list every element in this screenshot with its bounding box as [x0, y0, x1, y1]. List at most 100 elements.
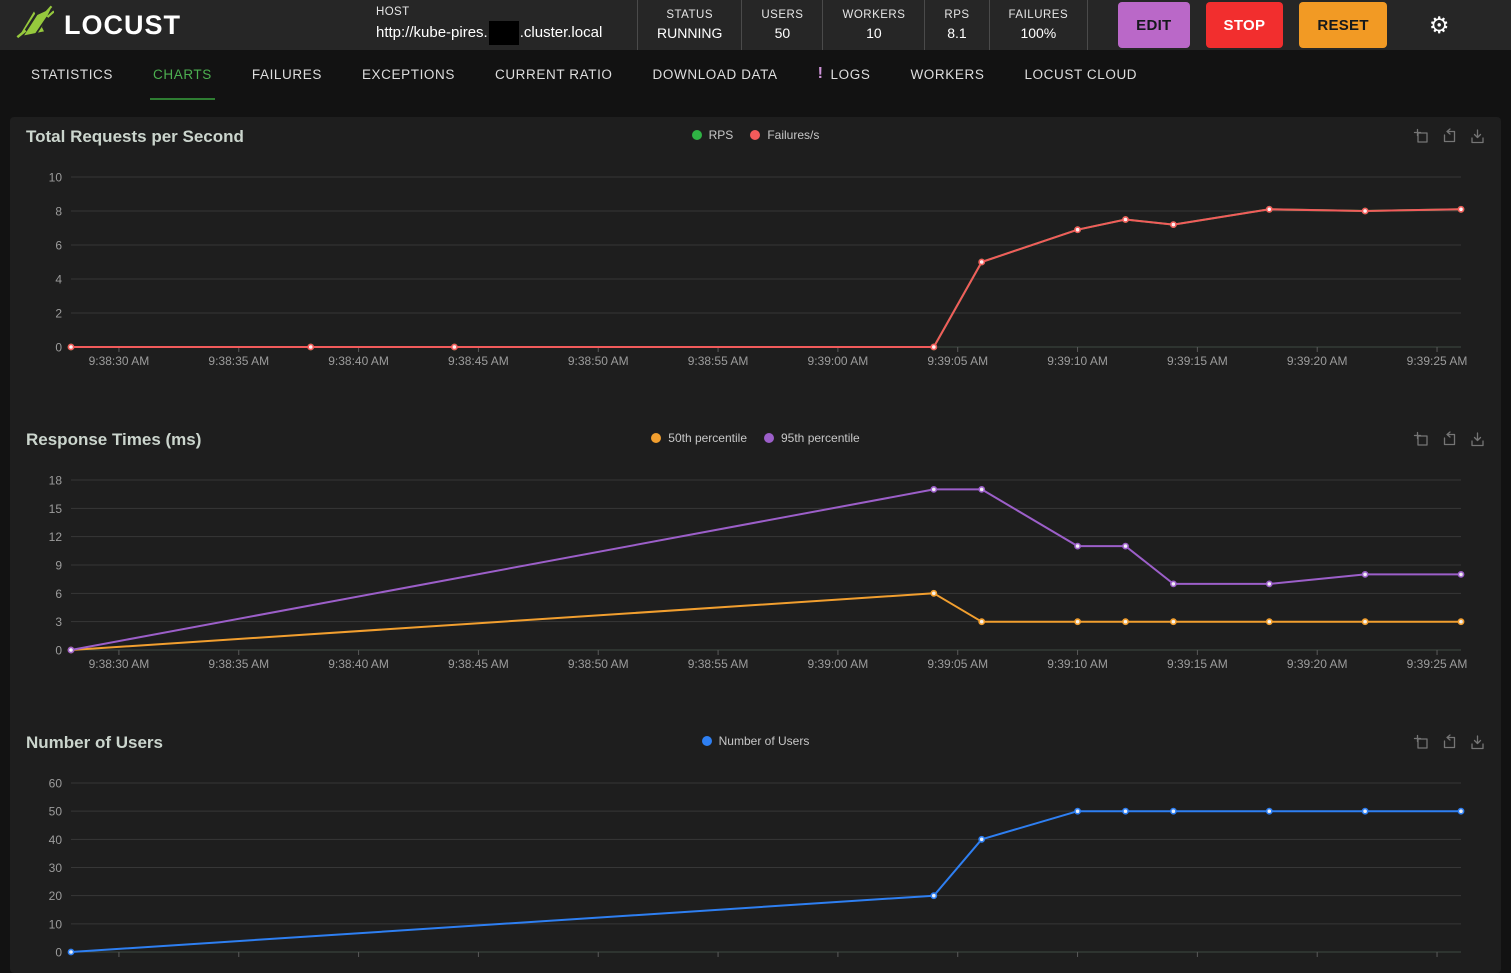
tab-label: DOWNLOAD DATA: [652, 66, 778, 82]
svg-text:9:38:55 AM: 9:38:55 AM: [688, 354, 749, 368]
svg-text:6: 6: [55, 239, 62, 253]
restore-icon[interactable]: [1440, 734, 1459, 753]
tab-workers[interactable]: WORKERS: [907, 50, 987, 100]
stat-status: STATUS RUNNING: [638, 0, 743, 50]
legend-item-50th-percentile[interactable]: 50th percentile: [651, 431, 747, 445]
svg-text:9:39:05 AM: 9:39:05 AM: [927, 354, 988, 368]
legend-label: Number of Users: [718, 734, 810, 748]
svg-text:0: 0: [55, 341, 62, 355]
legend-item-95th-percentile[interactable]: 95th percentile: [764, 431, 860, 445]
tab-charts[interactable]: CHARTS: [150, 50, 215, 100]
chart-total-requests-per-second: Total Requests per Second RPS Failures/s 0 2…: [10, 117, 1501, 372]
data-zoom-icon[interactable]: [1412, 128, 1431, 147]
svg-text:12: 12: [49, 530, 63, 544]
save-image-icon[interactable]: [1468, 431, 1487, 450]
svg-text:9:39:00 AM: 9:39:00 AM: [808, 657, 869, 671]
tab-statistics[interactable]: STATISTICS: [28, 50, 116, 100]
gear-icon[interactable]: ⚙: [1429, 13, 1450, 37]
tab-label: LOGS: [830, 66, 871, 82]
tab-current-ratio[interactable]: CURRENT RATIO: [492, 50, 616, 100]
data-zoom-icon[interactable]: [1412, 431, 1431, 450]
locust-logo-home-link[interactable]: LOCUST: [0, 3, 376, 48]
svg-text:10: 10: [49, 917, 63, 931]
chart-canvas[interactable]: 0 2 4 6 8 10 9:38:30 AM 9:38:35 AM 9:38:40 AM 9:3…: [10, 167, 1501, 372]
legend-dot: [651, 433, 662, 443]
data-zoom-icon[interactable]: [1412, 734, 1431, 753]
legend-item-number-of-users[interactable]: Number of Users: [701, 734, 810, 748]
chart-header: Total Requests per Second RPS Failures/s: [10, 125, 1501, 155]
legend-item-rps[interactable]: RPS: [691, 128, 734, 142]
restore-icon[interactable]: [1440, 431, 1459, 450]
tab-logs[interactable]: ! LOGS: [815, 50, 874, 100]
svg-text:9:39:00 AM: 9:39:00 AM: [808, 354, 869, 368]
svg-text:50: 50: [49, 805, 63, 819]
edit-button[interactable]: EDIT: [1118, 2, 1190, 48]
nav-tabs: STATISTICS CHARTS FAILURES EXCEPTIONS CURREN…: [0, 50, 1511, 100]
svg-text:9:38:40 AM: 9:38:40 AM: [328, 354, 389, 368]
tab-locust-cloud[interactable]: LOCUST CLOUD: [1021, 50, 1140, 100]
svg-text:6: 6: [55, 587, 62, 601]
save-image-icon[interactable]: [1468, 734, 1487, 753]
svg-text:30: 30: [49, 861, 63, 875]
save-image-icon[interactable]: [1468, 128, 1487, 147]
legend-item-failures-s[interactable]: Failures/s: [750, 128, 819, 142]
svg-text:9:39:25 AM: 9:39:25 AM: [1407, 354, 1468, 368]
svg-text:9: 9: [55, 559, 62, 573]
tab-failures[interactable]: FAILURES: [249, 50, 325, 100]
chart-toolbox: [1412, 128, 1487, 147]
stat-value: RUNNING: [657, 25, 723, 41]
stat-value: 50: [774, 25, 791, 41]
stat-label: FAILURES: [1008, 9, 1069, 21]
reset-button[interactable]: RESET: [1299, 2, 1387, 48]
svg-text:3: 3: [55, 615, 62, 629]
svg-text:0: 0: [55, 946, 62, 960]
svg-text:9:38:30 AM: 9:38:30 AM: [89, 354, 150, 368]
series-line-95th-percentile: [70, 488, 1461, 651]
svg-text:9:39:10 AM: 9:39:10 AM: [1047, 657, 1108, 671]
tab-label: EXCEPTIONS: [361, 66, 455, 82]
stop-button[interactable]: STOP: [1205, 2, 1284, 48]
svg-text:9:38:35 AM: 9:38:35 AM: [208, 354, 269, 368]
legend-label: 95th percentile: [781, 431, 860, 445]
legend-dot: [764, 433, 774, 443]
chart-canvas[interactable]: 0 10 20 30 40 50 60: [10, 773, 1501, 963]
svg-text:9:39:15 AM: 9:39:15 AM: [1167, 354, 1228, 368]
svg-text:9:38:30 AM: 9:38:30 AM: [89, 657, 150, 671]
legend-dot: [701, 736, 712, 746]
svg-text:9:38:50 AM: 9:38:50 AM: [568, 354, 629, 368]
host-label: HOST: [376, 5, 410, 18]
stat-label: USERS: [761, 9, 804, 21]
stat-label: RPS: [944, 9, 970, 21]
svg-text:10: 10: [49, 171, 63, 185]
chart-header: Number of Users Number of Users: [10, 731, 1501, 761]
stat-value: 100%: [1020, 25, 1057, 41]
chart-header: Response Times (ms) 50th percentile 95th p…: [10, 428, 1501, 458]
svg-text:2: 2: [55, 307, 62, 321]
legend-label: Failures/s: [767, 128, 820, 142]
svg-text:9:39:25 AM: 9:39:25 AM: [1407, 657, 1468, 671]
legend-label: RPS: [708, 128, 734, 142]
svg-text:20: 20: [49, 889, 63, 903]
svg-text:8: 8: [55, 205, 62, 219]
logs-warning-icon: !: [817, 65, 824, 82]
stat-label: STATUS: [666, 9, 713, 21]
host-block: HOST http://kube-pires. .cluster.local: [376, 0, 638, 50]
chart-legend: RPS Failures/s: [10, 128, 1501, 142]
redaction-box: [488, 20, 519, 45]
svg-text:9:39:20 AM: 9:39:20 AM: [1287, 657, 1348, 671]
top-bar: LOCUST HOST http://kube-pires. .cluster.l…: [0, 0, 1511, 50]
svg-text:4: 4: [55, 273, 62, 287]
chart-response-times-ms: Response Times (ms) 50th percentile 95th p…: [10, 428, 1501, 675]
svg-text:9:38:50 AM: 9:38:50 AM: [568, 657, 629, 671]
svg-text:9:39:15 AM: 9:39:15 AM: [1167, 657, 1228, 671]
stat-users: USERS 50: [742, 0, 824, 50]
svg-text:9:39:10 AM: 9:39:10 AM: [1047, 354, 1108, 368]
legend-label: 50th percentile: [668, 431, 747, 445]
tab-label: FAILURES: [251, 66, 322, 82]
tab-label: STATISTICS: [31, 66, 114, 82]
tab-download-data[interactable]: DOWNLOAD DATA: [650, 50, 781, 100]
chart-canvas[interactable]: 0 3 6 9 12 15 18 9:38:30 AM 9:38:35 AM 9:38:40 AM…: [10, 470, 1501, 675]
restore-icon[interactable]: [1440, 128, 1459, 147]
svg-text:15: 15: [49, 502, 63, 516]
tab-exceptions[interactable]: EXCEPTIONS: [359, 50, 458, 100]
